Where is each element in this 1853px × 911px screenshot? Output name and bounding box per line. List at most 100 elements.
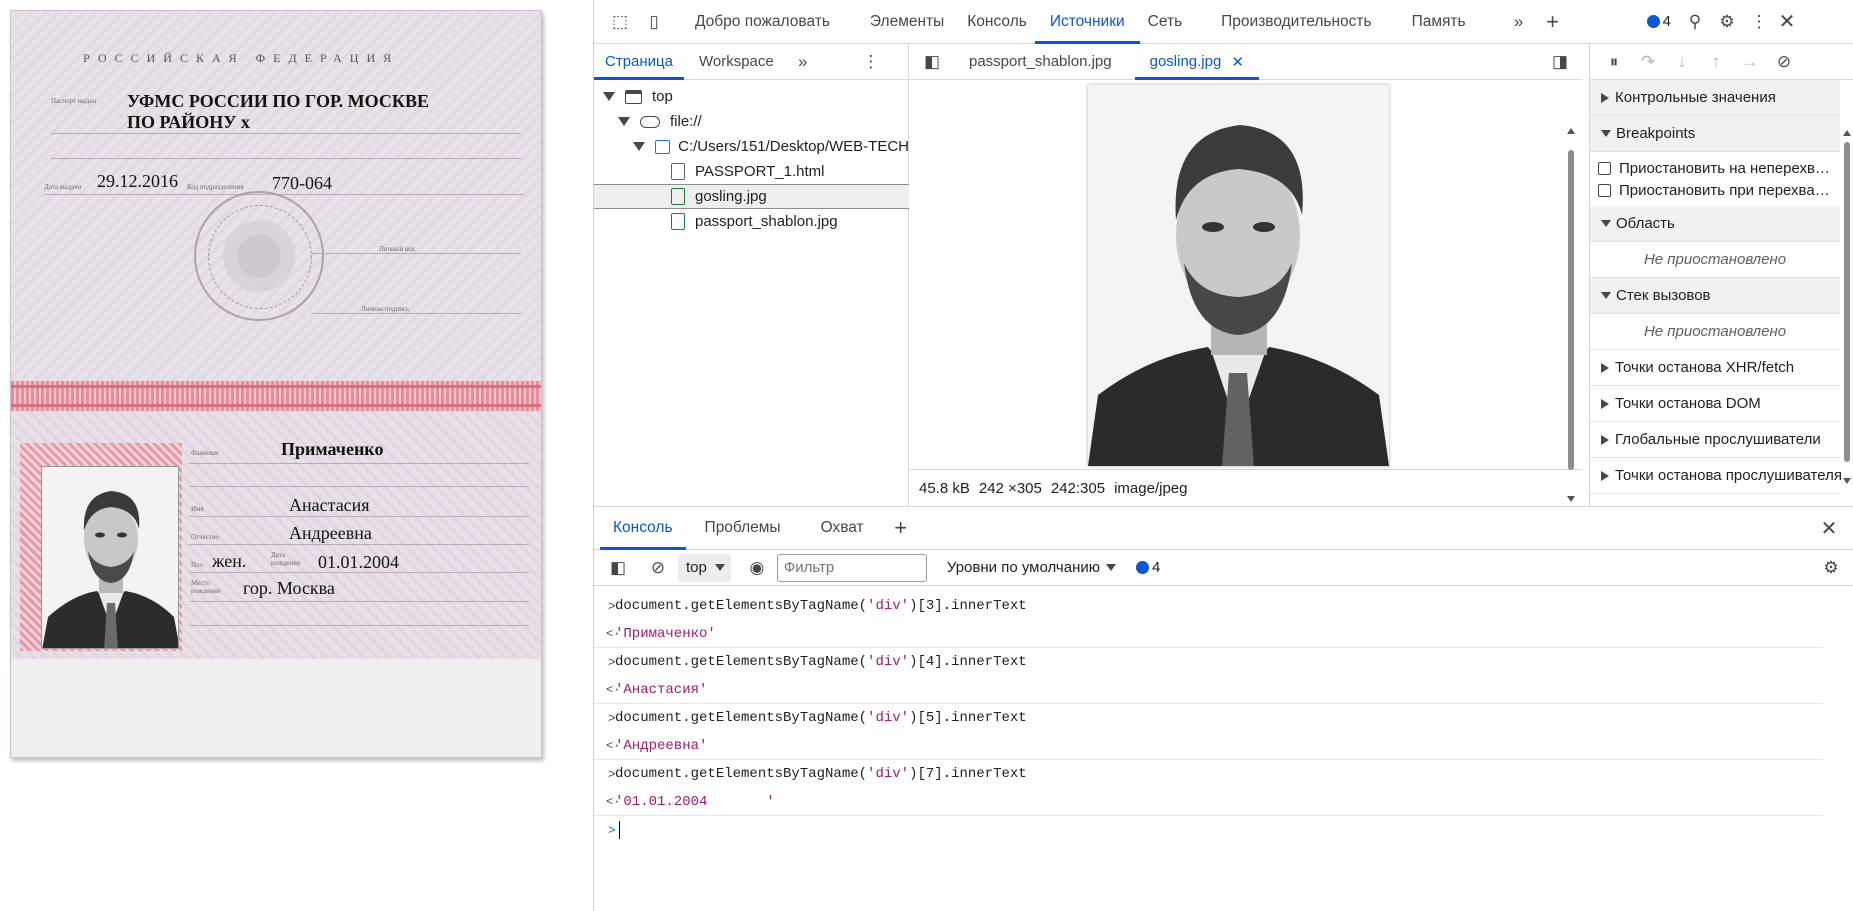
expanded-icon — [1601, 220, 1611, 227]
device-toolbar-icon[interactable]: ▯ — [640, 8, 668, 36]
section-watch[interactable]: Контрольные значения — [1590, 80, 1840, 116]
field-division-code-label: Код подразделения — [187, 183, 244, 191]
result-arrow-icon: <· — [606, 738, 621, 753]
step-out-icon[interactable]: ↑ — [1702, 48, 1730, 76]
toggle-navigator-icon[interactable]: ◧ — [918, 48, 946, 76]
console-input-line: > document.getElementsByTagName('div')[3]… — [608, 598, 1027, 614]
section-global-listeners[interactable]: Глобальные прослушиватели — [1590, 422, 1840, 458]
drawer-tab-coverage[interactable]: Охват — [806, 507, 879, 550]
tab-elements[interactable]: Элементы — [855, 0, 959, 44]
inspect-element-icon[interactable]: ⬚ — [606, 8, 634, 36]
drawer-tabs: Консоль Проблемы Охват + ✕ — [594, 506, 1853, 550]
context-select[interactable]: top — [678, 553, 731, 582]
settings-gear-icon[interactable]: ⚙ — [1713, 8, 1741, 36]
section-breakpoints[interactable]: Breakpoints — [1590, 116, 1840, 152]
result-arrow-icon: <· — [606, 794, 621, 809]
field-patronymic-label: Отчество — [191, 533, 219, 541]
collapsed-icon — [1601, 362, 1609, 373]
tree-item-passport-shablon[interactable]: passport_shablon.jpg — [594, 209, 909, 234]
tab-performance[interactable]: Производительность — [1206, 0, 1386, 44]
add-drawer-tab-icon[interactable]: + — [887, 514, 915, 542]
field-name-label: Имя — [191, 505, 204, 513]
portrait-icon — [42, 467, 178, 648]
tab-console[interactable]: Консоль — [959, 0, 1035, 44]
issued-by-line2: ПО РАЙОНУ x — [127, 112, 250, 132]
close-devtools-icon[interactable]: ✕ — [1773, 8, 1801, 36]
passport-birth-date: 01.01.2004 — [318, 552, 399, 572]
gosling-image — [1088, 85, 1389, 466]
division-code: 770-064 — [272, 173, 332, 193]
console-input-line: > document.getElementsByTagName('div')[4]… — [608, 654, 1027, 670]
add-tab-icon[interactable]: + — [1539, 8, 1567, 36]
pause-uncaught-checkbox[interactable]: Приостановить на неперехв… — [1598, 157, 1843, 179]
section-xhr-breakpoints[interactable]: Точки останова XHR/fetch — [1590, 350, 1840, 386]
expand-icon — [618, 117, 630, 126]
chevron-right-icon: > — [608, 822, 616, 838]
console-filter-input[interactable] — [776, 553, 927, 582]
chevron-right-icon: > — [608, 710, 616, 726]
more-nav-tabs-icon[interactable]: » — [789, 48, 817, 76]
tree-item-folder[interactable]: C:/Users/151/Desktop/WEB-TECH — [594, 134, 909, 159]
step-icon[interactable]: → — [1736, 48, 1764, 76]
editor-tab-passport-shablon[interactable]: passport_shablon.jpg — [954, 44, 1127, 80]
console-sidebar-icon[interactable]: ◧ — [604, 554, 632, 582]
pause-icon[interactable]: ⏸ — [1600, 48, 1628, 76]
collapsed-icon — [1601, 398, 1609, 409]
collapsed-icon — [1601, 434, 1609, 445]
section-event-listener-breakpoints[interactable]: Точки останова прослушивателя — [1590, 458, 1842, 494]
chevron-right-icon: > — [608, 766, 616, 782]
frame-icon — [625, 89, 642, 104]
issues-badge[interactable]: 4 — [1646, 13, 1671, 30]
issued-by-line1: УФМС РОССИИ ПО ГОР. МОСКВЕ — [127, 91, 429, 111]
official-seal — [194, 191, 324, 321]
customize-icon[interactable]: ⚲ — [1681, 8, 1709, 36]
close-tab-icon[interactable]: ✕ — [1231, 53, 1244, 71]
expand-icon — [603, 92, 615, 101]
step-over-icon[interactable]: ↷ — [1634, 48, 1662, 76]
tree-item-gosling-jpg[interactable]: gosling.jpg — [594, 184, 909, 209]
tab-workspace[interactable]: Workspace — [688, 44, 785, 80]
clear-console-icon[interactable]: ⊘ — [644, 554, 672, 582]
tab-memory[interactable]: Память — [1397, 0, 1481, 44]
log-levels-dropdown[interactable]: Уровни по умолчанию — [947, 559, 1116, 576]
pause-caught-checkbox[interactable]: Приостановить при перехва… — [1598, 179, 1843, 201]
drawer-tab-issues[interactable]: Проблемы — [690, 507, 796, 550]
tree-item-passport-html[interactable]: PASSPORT_1.html — [594, 159, 909, 184]
folder-icon — [655, 139, 671, 154]
tab-sources[interactable]: Источники — [1035, 0, 1140, 44]
section-call-stack[interactable]: Стек вызовов — [1590, 278, 1840, 314]
section-dom-breakpoints[interactable]: Точки останова DOM — [1590, 386, 1840, 422]
deactivate-breakpoints-icon[interactable]: ⊘ — [1770, 48, 1798, 76]
console-issues-badge[interactable]: 4 — [1135, 559, 1160, 576]
live-expression-eye-icon[interactable]: ◉ — [743, 554, 771, 582]
navigator-menu-icon[interactable]: ⋮ — [857, 48, 885, 76]
debugger-scrollbar[interactable] — [1841, 126, 1853, 506]
passport-fold-band — [11, 381, 541, 411]
field-issue-date-label: Дата выдачи — [44, 183, 82, 191]
editor-scrollbar[interactable] — [1565, 124, 1577, 504]
more-options-icon[interactable]: ⋮ — [1745, 8, 1773, 36]
image-ratio: 242:305 — [1050, 479, 1106, 497]
devtools-panel: ⬚ ▯ Добро пожаловать Элементы Консоль Ис… — [593, 0, 1853, 911]
dropdown-arrow-icon — [1105, 564, 1116, 571]
tab-page[interactable]: Страница — [594, 44, 684, 80]
debugger-sidebar: ⏸ ↷ ↓ ↑ → ⊘ Контрольные значения Breakpo… — [1589, 44, 1853, 506]
field-birth-place-label: Место рождения — [191, 579, 221, 595]
tab-welcome[interactable]: Добро пожаловать — [680, 0, 845, 44]
tree-item-top[interactable]: top — [594, 84, 909, 109]
more-tabs-icon[interactable]: » — [1505, 8, 1533, 36]
section-scope[interactable]: Область — [1590, 206, 1840, 242]
passport-country: РОССИЙСКАЯ ФЕДЕРАЦИЯ — [83, 51, 400, 65]
step-into-icon[interactable]: ↓ — [1668, 48, 1696, 76]
passport-birth-place: гор. Москва — [243, 578, 335, 598]
document-icon — [671, 163, 685, 180]
tree-item-file-scheme[interactable]: file:// — [594, 109, 909, 134]
toggle-debugger-icon[interactable]: ◨ — [1546, 48, 1574, 76]
close-drawer-icon[interactable]: ✕ — [1815, 514, 1843, 542]
collapsed-icon — [1601, 92, 1609, 103]
editor-tab-gosling[interactable]: gosling.jpg ✕ — [1135, 44, 1259, 80]
drawer-tab-console[interactable]: Консоль — [600, 507, 686, 550]
console-prompt-input[interactable]: > — [594, 816, 1853, 844]
tab-network[interactable]: Сеть — [1140, 0, 1190, 44]
console-settings-gear-icon[interactable]: ⚙ — [1817, 554, 1845, 582]
